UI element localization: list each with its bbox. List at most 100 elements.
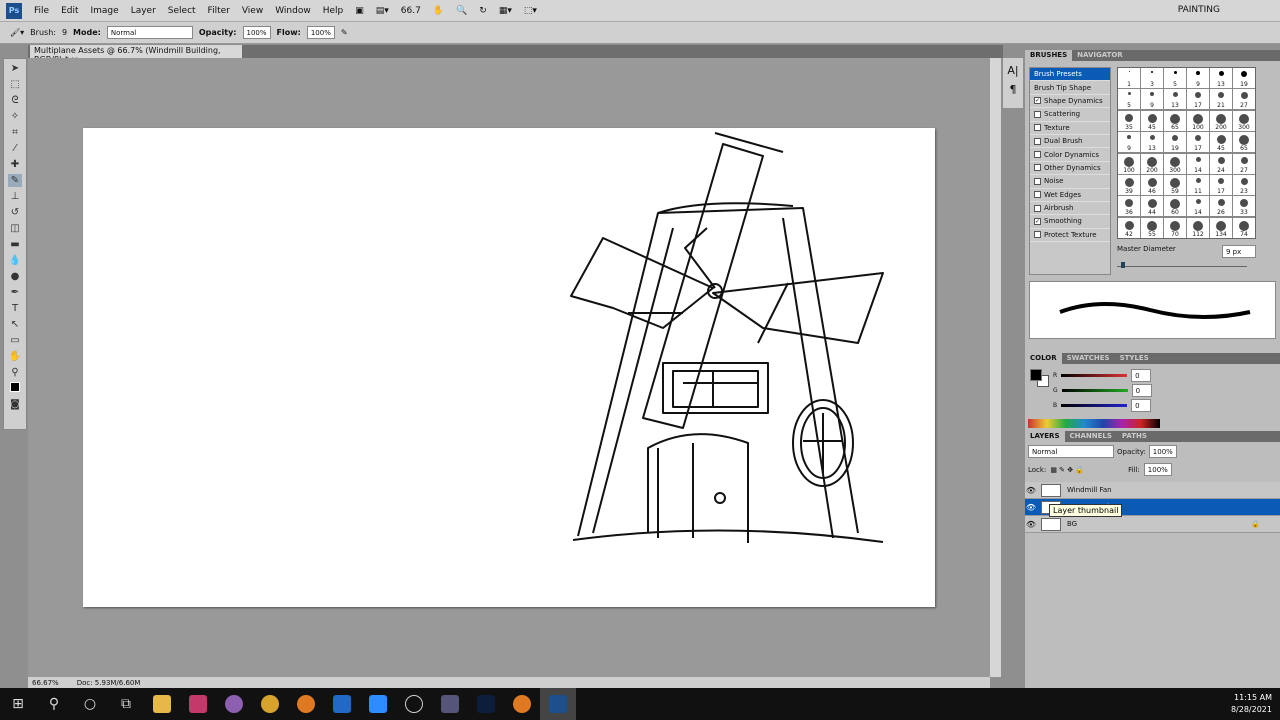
brush-option[interactable]: Brush Presets bbox=[1030, 68, 1110, 82]
layer-row-bg[interactable]: 👁 BG 🔒 bbox=[1025, 516, 1280, 533]
start-icon[interactable]: ⊞ bbox=[0, 688, 36, 720]
brush-preset[interactable]: 112 bbox=[1187, 217, 1209, 238]
brush-option[interactable]: Brush Tip Shape bbox=[1030, 81, 1110, 95]
zoom-readout[interactable]: 66.67% bbox=[32, 679, 59, 687]
tab-navigator[interactable]: NAVIGATOR bbox=[1072, 50, 1128, 61]
eye-icon[interactable]: 👁 bbox=[1025, 486, 1037, 495]
brush-option[interactable]: Noise bbox=[1030, 175, 1110, 189]
brush-preset[interactable]: 134 bbox=[1210, 217, 1232, 238]
brush-preset[interactable]: 27 bbox=[1233, 153, 1255, 174]
brush-preset[interactable]: 35 bbox=[1118, 110, 1140, 131]
shape-tool-icon[interactable]: ▭ bbox=[8, 334, 22, 347]
brush-option[interactable]: Protect Texture bbox=[1030, 229, 1110, 243]
character-panel-icon[interactable]: A| bbox=[1003, 64, 1023, 77]
brush-option[interactable]: Dual Brush bbox=[1030, 135, 1110, 149]
brush-option[interactable]: Texture bbox=[1030, 122, 1110, 135]
checkbox[interactable] bbox=[1034, 191, 1041, 199]
brush-option[interactable]: Color Dynamics bbox=[1030, 148, 1110, 162]
brush-preset[interactable]: 5 bbox=[1164, 68, 1186, 88]
checkbox[interactable]: ✓ bbox=[1034, 217, 1041, 225]
menu-layer[interactable]: Layer bbox=[125, 6, 162, 16]
workspace-switcher[interactable]: PAINTING bbox=[1178, 5, 1220, 15]
brush-preset[interactable]: 11 bbox=[1187, 174, 1209, 195]
checkbox[interactable] bbox=[1034, 204, 1041, 212]
brush-preset[interactable]: 300 bbox=[1233, 110, 1255, 131]
tab-styles[interactable]: STYLES bbox=[1115, 353, 1154, 364]
checkbox[interactable] bbox=[1034, 124, 1041, 132]
brush-preset[interactable]: 33 bbox=[1233, 196, 1255, 217]
r-slider[interactable] bbox=[1061, 374, 1128, 377]
brush-preset[interactable]: 13 bbox=[1210, 68, 1232, 88]
brush-preset[interactable]: 23 bbox=[1233, 174, 1255, 195]
brush-preset[interactable]: 42 bbox=[1118, 217, 1140, 238]
brush-preset[interactable]: 59 bbox=[1164, 174, 1186, 195]
brush-option[interactable]: Scattering bbox=[1030, 108, 1110, 122]
search-icon[interactable]: ⚲ bbox=[36, 688, 72, 720]
eyedropper-icon[interactable]: ⁄ bbox=[8, 142, 22, 155]
brush-preset[interactable]: 46 bbox=[1141, 174, 1163, 195]
brush-preset[interactable]: 21 bbox=[1210, 89, 1232, 110]
brush-preset[interactable]: 27 bbox=[1233, 89, 1255, 110]
airbrush-icon[interactable]: ✎ bbox=[341, 28, 348, 37]
blender-icon[interactable] bbox=[288, 688, 324, 720]
brush-preset[interactable]: 100 bbox=[1118, 153, 1140, 174]
quick-mask-icon[interactable]: ◙ bbox=[8, 398, 22, 411]
brush-preset[interactable]: 14 bbox=[1187, 196, 1209, 217]
menu-window[interactable]: Window bbox=[269, 6, 317, 16]
file-explorer-icon[interactable] bbox=[144, 688, 180, 720]
r-input[interactable]: 0 bbox=[1131, 369, 1152, 382]
photoshop-icon[interactable] bbox=[468, 688, 504, 720]
brush-option[interactable]: Wet Edges bbox=[1030, 189, 1110, 202]
gradient-icon[interactable]: ▬ bbox=[8, 238, 22, 251]
arrange-documents-icon[interactable]: ▦▾ bbox=[499, 6, 512, 16]
creative-cloud-icon[interactable] bbox=[180, 688, 216, 720]
eye-icon[interactable]: 👁 bbox=[1025, 503, 1037, 512]
checkbox[interactable] bbox=[1034, 177, 1041, 185]
brush-preset[interactable]: 60 bbox=[1164, 196, 1186, 217]
brush-preset[interactable]: 65 bbox=[1233, 132, 1255, 153]
brush-preset[interactable]: 9 bbox=[1118, 132, 1140, 153]
brush-option[interactable]: ✓ Shape Dynamics bbox=[1030, 95, 1110, 109]
dodge-icon[interactable]: ● bbox=[8, 270, 22, 283]
menu-filter[interactable]: Filter bbox=[202, 6, 236, 16]
brush-preset[interactable]: 55 bbox=[1141, 217, 1163, 238]
hand-tool-icon[interactable]: ✋ bbox=[8, 350, 22, 363]
marquee-tool-icon[interactable]: ⬚ bbox=[8, 78, 22, 91]
chrome-icon[interactable] bbox=[252, 688, 288, 720]
tab-layers[interactable]: LAYERS bbox=[1025, 431, 1065, 442]
blender-icon[interactable] bbox=[504, 688, 540, 720]
master-diameter-slider[interactable] bbox=[1117, 262, 1247, 268]
bridge-icon[interactable]: ▣ bbox=[355, 6, 364, 16]
eye-icon[interactable]: 👁 bbox=[1025, 520, 1037, 529]
brush-preset[interactable]: 9 bbox=[1141, 89, 1163, 110]
brush-preset[interactable]: 9 bbox=[1187, 68, 1209, 88]
lasso-tool-icon[interactable]: ᘓ bbox=[8, 94, 22, 107]
flow-input[interactable]: 100% bbox=[306, 26, 335, 39]
app-icon[interactable] bbox=[432, 688, 468, 720]
brush-preset[interactable]: 39 bbox=[1118, 174, 1140, 195]
brush-preset[interactable]: 1 bbox=[1118, 68, 1140, 88]
color-swatches-icon[interactable] bbox=[8, 382, 22, 395]
b-slider[interactable] bbox=[1061, 404, 1128, 407]
brush-preset[interactable]: 300 bbox=[1164, 153, 1186, 174]
brush-preset[interactable]: 45 bbox=[1210, 132, 1232, 153]
obs-icon[interactable] bbox=[396, 688, 432, 720]
document-tab[interactable]: Multiplane Assets @ 66.7% (Windmill Buil… bbox=[30, 45, 242, 64]
zoom-icon[interactable] bbox=[360, 688, 396, 720]
brush-preset[interactable]: 19 bbox=[1233, 68, 1255, 88]
brush-option[interactable]: Other Dynamics bbox=[1030, 162, 1110, 176]
brush-option[interactable]: ✓ Smoothing bbox=[1030, 215, 1110, 229]
brush-preset[interactable]: 17 bbox=[1187, 89, 1209, 110]
path-select-icon[interactable]: ↖ bbox=[8, 318, 22, 331]
lock-icons[interactable]: ▦ ✎ ✥ 🔒 bbox=[1050, 466, 1084, 474]
menu-image[interactable]: Image bbox=[85, 6, 125, 16]
tab-brushes[interactable]: BRUSHES bbox=[1025, 50, 1073, 61]
brush-preset[interactable]: 36 bbox=[1118, 196, 1140, 217]
opacity-input[interactable]: 100% bbox=[242, 26, 271, 39]
brush-preset[interactable]: 5 bbox=[1118, 89, 1140, 110]
cortana-icon[interactable]: ○ bbox=[72, 688, 108, 720]
zoom-tool-icon[interactable]: ⚲ bbox=[8, 366, 22, 379]
layer-row-windmill-fan[interactable]: 👁 Windmill Fan bbox=[1025, 482, 1280, 499]
mode-select[interactable]: Normal bbox=[106, 26, 193, 39]
menu-edit[interactable]: Edit bbox=[55, 6, 84, 16]
